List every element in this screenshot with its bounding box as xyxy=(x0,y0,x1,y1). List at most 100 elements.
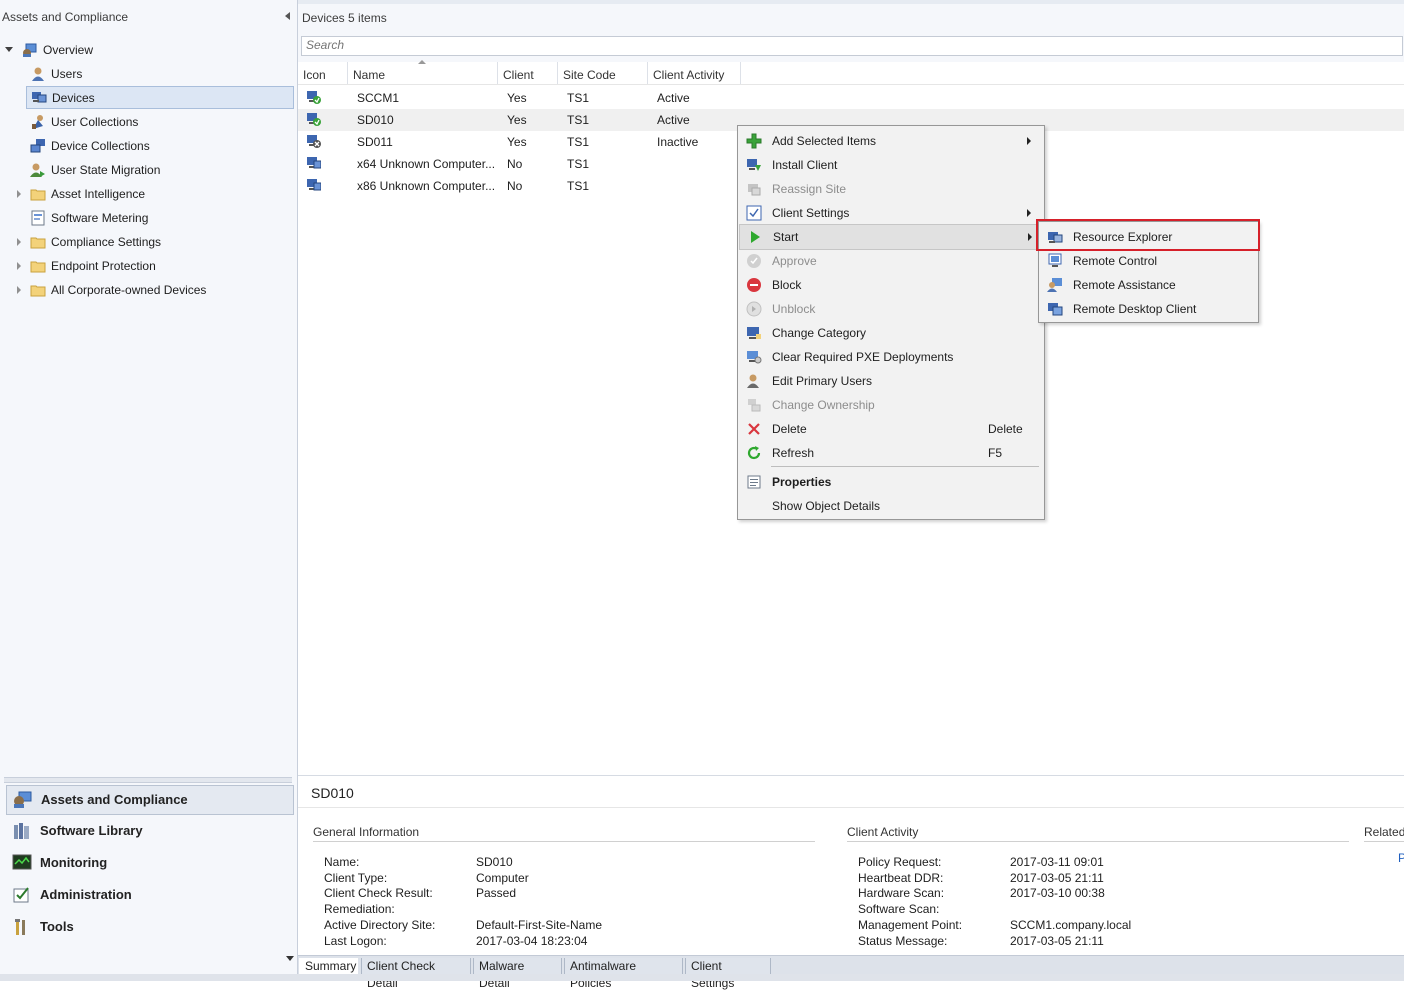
divider xyxy=(847,841,1349,842)
approve-icon xyxy=(747,254,761,268)
collapse-pane-icon[interactable] xyxy=(285,12,290,20)
client-activity-heading: Client Activity xyxy=(847,825,919,839)
tree-item-software-metering[interactable]: Software Metering xyxy=(30,207,292,229)
menu-item-start[interactable]: Start xyxy=(739,224,1045,250)
menu-item-client-settings[interactable]: Client Settings xyxy=(739,201,1043,225)
cell-client: Yes xyxy=(507,91,527,105)
tree-item-endpoint-protection[interactable]: Endpoint Protection xyxy=(30,255,292,277)
list-title: Devices 5 items xyxy=(302,11,387,25)
search-field[interactable] xyxy=(301,36,1403,56)
cell-client: Yes xyxy=(507,113,527,127)
tree-item-user-collections[interactable]: User Collections xyxy=(30,111,292,133)
computer-icon xyxy=(307,157,321,169)
wunderbar-splitter[interactable] xyxy=(4,777,292,783)
cell-site-code: TS1 xyxy=(567,157,590,171)
column-header-icon[interactable]: Icon xyxy=(298,62,348,84)
menu-item-block[interactable]: Block xyxy=(739,273,1043,297)
field-value: 2017-03-10 00:38 xyxy=(1010,886,1105,900)
tree-item-users[interactable]: Users xyxy=(30,63,292,85)
menu-item-edit-primary-users[interactable]: Edit Primary Users xyxy=(739,369,1043,393)
field-label: Hardware Scan: xyxy=(858,886,945,900)
menu-item-remote-control[interactable]: Remote Control xyxy=(1040,249,1257,273)
search-input[interactable] xyxy=(302,37,1400,53)
menu-item-add-selected-items[interactable]: Add Selected Items xyxy=(739,129,1043,153)
tree-item-overview[interactable]: Overview xyxy=(21,39,291,61)
menu-item-properties[interactable]: Properties xyxy=(739,470,1043,494)
tree-item-all-corporate-owned-devices[interactable]: All Corporate-owned Devices xyxy=(30,279,292,301)
menu-item-shortcut: Delete xyxy=(988,422,1023,436)
tree-item-user-state-migration[interactable]: User State Migration xyxy=(30,159,292,181)
cell-client-activity: Inactive xyxy=(657,135,699,149)
menu-item-reassign-site[interactable]: Reassign Site xyxy=(739,177,1043,201)
cell-name: SCCM1 xyxy=(357,91,400,105)
workspace-administration[interactable]: Administration xyxy=(6,881,292,909)
menu-item-refresh[interactable]: Refresh F5 xyxy=(739,441,1043,465)
computer-inactive-icon xyxy=(307,135,321,148)
table-row[interactable]: SCCM1 Yes TS1 Active xyxy=(298,87,1404,109)
highlight-box xyxy=(1036,219,1260,251)
expand-compliance-settings-icon[interactable] xyxy=(17,238,21,246)
workspace-label: Software Library xyxy=(40,823,143,838)
change-ownership-icon xyxy=(748,399,761,412)
wunderbar-overflow-icon[interactable] xyxy=(286,956,294,961)
expand-overview-icon[interactable] xyxy=(5,47,13,52)
menu-item-unblock[interactable]: Unblock xyxy=(739,297,1043,321)
menu-item-clear-required-pxe-deployments[interactable]: Clear Required PXE Deployments xyxy=(739,345,1043,369)
column-header-site-code[interactable]: Site Code xyxy=(558,62,648,84)
clear-pxe-icon xyxy=(747,351,762,364)
menu-item-remote-desktop-client[interactable]: Remote Desktop Client xyxy=(1040,297,1257,321)
menu-item-label: Delete xyxy=(772,422,807,436)
workspace-tools[interactable]: Tools xyxy=(6,913,292,941)
workspace-monitoring[interactable]: Monitoring xyxy=(6,849,292,877)
menu-item-label: Change Ownership xyxy=(772,398,875,412)
tree-item-devices[interactable]: Devices xyxy=(26,86,294,109)
menu-item-label: Block xyxy=(772,278,802,292)
menu-item-label: Remote Desktop Client xyxy=(1073,302,1197,316)
expand-endpoint-protection-icon[interactable] xyxy=(17,262,21,270)
menu-item-delete[interactable]: Delete Delete xyxy=(739,417,1043,441)
start-icon xyxy=(751,231,760,243)
menu-item-label: Clear Required PXE Deployments xyxy=(772,350,954,364)
tab-summary[interactable]: Summary xyxy=(299,958,358,975)
tree-item-label: Asset Intelligence xyxy=(51,187,146,201)
column-header-name[interactable]: Name xyxy=(348,62,498,84)
field-value: 2017-03-04 18:23:04 xyxy=(476,934,588,948)
cell-client-activity: Active xyxy=(657,113,690,127)
tree-item-compliance-settings[interactable]: Compliance Settings xyxy=(30,231,292,253)
details-pane xyxy=(298,775,1404,956)
menu-item-change-category[interactable]: Change Category xyxy=(739,321,1043,345)
field-label: Software Scan: xyxy=(858,902,940,916)
menu-item-label: Show Object Details xyxy=(772,499,881,513)
tree-item-label: Overview xyxy=(43,43,94,57)
related-link[interactable]: P xyxy=(1398,851,1404,865)
monitoring-icon xyxy=(12,854,32,870)
tree-item-asset-intelligence[interactable]: Asset Intelligence xyxy=(30,183,292,205)
menu-item-show-object-details[interactable]: Show Object Details xyxy=(739,494,1043,518)
menu-item-change-ownership[interactable]: Change Ownership xyxy=(739,393,1043,417)
expand-corporate-devices-icon[interactable] xyxy=(17,286,21,294)
menu-item-label: Remote Assistance xyxy=(1073,278,1176,292)
tab-client-check-detail[interactable]: Client Check Detail xyxy=(361,958,471,990)
tab-client-settings[interactable]: Client Settings xyxy=(685,958,771,990)
expand-asset-intelligence-icon[interactable] xyxy=(17,190,21,198)
details-title: SD010 xyxy=(311,785,354,801)
column-header-client[interactable]: Client xyxy=(498,62,558,84)
field-label: Heartbeat DDR: xyxy=(858,871,944,885)
divider xyxy=(1364,841,1404,842)
menu-item-remote-assistance[interactable]: Remote Assistance xyxy=(1040,273,1257,297)
workspace-assets-and-compliance[interactable]: Assets and Compliance xyxy=(6,785,294,815)
top-strip xyxy=(298,0,1404,4)
field-value: 2017-03-05 21:11 xyxy=(1010,934,1104,948)
tree-item-device-collections[interactable]: Device Collections xyxy=(30,135,292,157)
menu-item-label: Change Category xyxy=(772,326,867,340)
tab-malware-detail[interactable]: Malware Detail xyxy=(473,958,562,990)
menu-item-approve[interactable]: Approve xyxy=(739,249,1043,273)
workspace-software-library[interactable]: Software Library xyxy=(6,817,292,845)
menu-item-install-client[interactable]: Install Client xyxy=(739,153,1043,177)
menu-item-shortcut: F5 xyxy=(988,446,1003,460)
divider xyxy=(313,841,815,842)
column-header-client-activity[interactable]: Client Activity xyxy=(648,62,741,84)
tab-antimalware-policies[interactable]: Antimalware Policies xyxy=(564,958,683,990)
divider xyxy=(298,807,1404,808)
overview-icon xyxy=(23,43,37,57)
